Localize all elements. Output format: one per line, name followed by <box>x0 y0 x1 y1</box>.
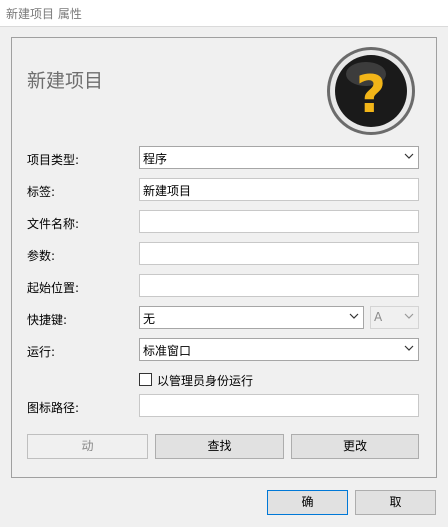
hotkey-key-value: A <box>374 310 383 324</box>
admin-checkbox-label[interactable]: 以管理员身份运行 <box>157 372 253 389</box>
hotkey-key-select[interactable]: A <box>370 306 419 329</box>
startpos-input[interactable] <box>139 274 419 297</box>
cancel-button[interactable]: 取 <box>355 490 436 515</box>
find-button[interactable]: 查找 <box>155 434 284 459</box>
hotkey-label: 快捷键: <box>27 313 68 327</box>
filename-input[interactable] <box>139 210 419 233</box>
svg-text:?: ? <box>356 65 386 125</box>
iconpath-input[interactable] <box>139 394 419 417</box>
hotkey-modifier-value: 无 <box>143 312 156 326</box>
type-label: 项目类型: <box>27 153 80 167</box>
ok-button[interactable]: 确 <box>267 490 348 515</box>
tag-label: 标签: <box>27 185 56 199</box>
hotkey-modifier-select[interactable]: 无 <box>139 306 364 329</box>
run-select[interactable]: 标准窗口 <box>139 338 419 361</box>
page-title: 新建项目 <box>27 70 104 92</box>
chevron-down-icon <box>404 153 414 159</box>
admin-checkbox[interactable] <box>139 373 152 386</box>
chevron-down-icon <box>404 313 414 319</box>
tag-input[interactable]: 新建项目 <box>139 178 419 201</box>
startpos-label: 起始位置: <box>27 281 80 295</box>
params-input[interactable] <box>139 242 419 265</box>
action-button[interactable]: 动 <box>27 434 148 459</box>
type-value: 程序 <box>143 152 168 166</box>
window-title: 新建项目 属性 <box>6 7 82 21</box>
change-button[interactable]: 更改 <box>291 434 419 459</box>
title-bar: 新建项目 属性 <box>0 0 448 27</box>
params-label: 参数: <box>27 249 56 263</box>
type-select[interactable]: 程序 <box>139 146 419 169</box>
iconpath-label: 图标路径: <box>27 401 80 415</box>
run-value: 标准窗口 <box>143 344 192 358</box>
run-label: 运行: <box>27 345 56 359</box>
chevron-down-icon <box>349 313 359 319</box>
chevron-down-icon <box>404 345 414 351</box>
filename-label: 文件名称: <box>27 217 80 231</box>
question-mark-icon: ? <box>327 47 415 135</box>
